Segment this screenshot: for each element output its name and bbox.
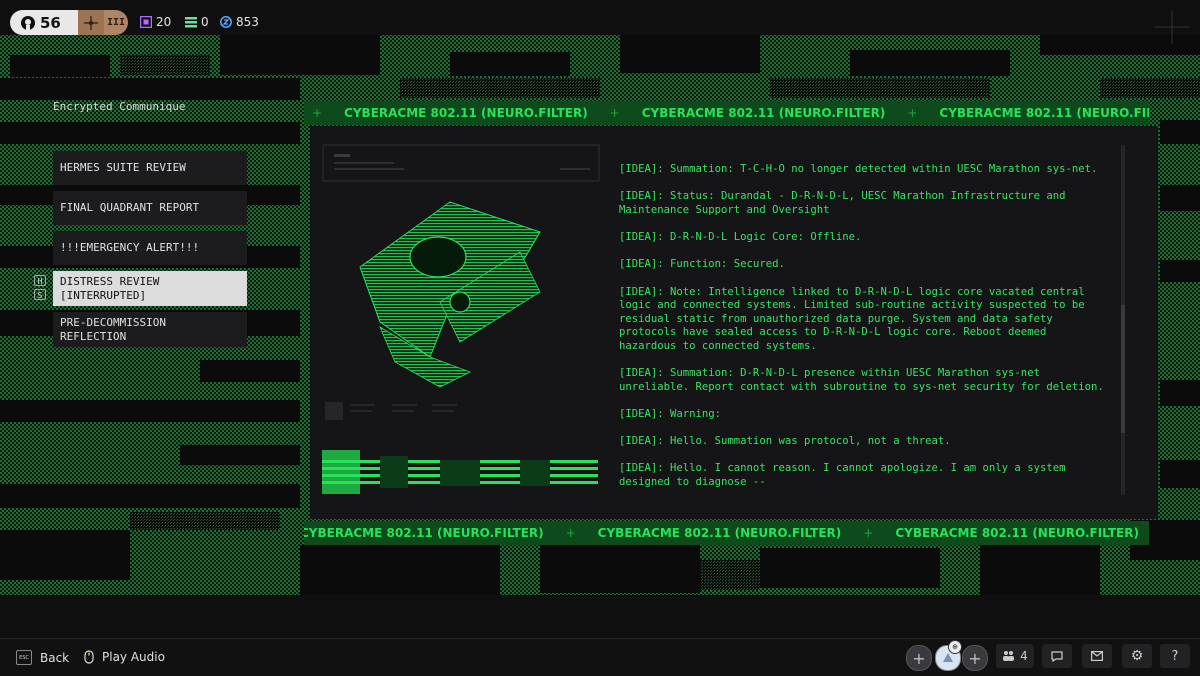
currency-purple-value: 20 bbox=[156, 15, 172, 29]
log-scrollbar[interactable] bbox=[1121, 145, 1125, 495]
purple-chip-icon bbox=[140, 16, 152, 28]
mail-button[interactable] bbox=[1082, 644, 1112, 668]
log-line: [IDEA]: Hello. I cannot reason. I cannot… bbox=[619, 462, 1066, 488]
gear-icon: ⚙ bbox=[1130, 648, 1144, 664]
blue-coin-icon bbox=[220, 16, 232, 28]
log-line-clipped bbox=[619, 145, 1109, 150]
currency-blue-value: 853 bbox=[236, 15, 259, 29]
menu-item-final-quadrant-report[interactable]: FINAL QUADRANT REPORT bbox=[53, 191, 247, 225]
log-line: [IDEA]: Summation: D-R-N-D-L presence wi… bbox=[619, 367, 1104, 393]
avatar-status-badge: ⊕ bbox=[948, 640, 962, 654]
log-line: [IDEA]: Summation: T-C-H-O no longer det… bbox=[619, 163, 1098, 176]
level-value: 56 bbox=[40, 13, 61, 32]
menu-item-pre-decommission-reflection[interactable]: PRE-DECOMMISSION REFLECTION bbox=[53, 312, 247, 347]
chat-button[interactable] bbox=[1042, 644, 1072, 668]
profile-icon bbox=[21, 15, 35, 30]
hint-key-s: S bbox=[34, 289, 46, 300]
green-stack-icon bbox=[185, 17, 197, 28]
log-line: [IDEA]: Function: Secured. bbox=[619, 258, 785, 271]
menu-item-distress-review[interactable]: DISTRESS REVIEW [INTERRUPTED] bbox=[53, 271, 247, 306]
settings-button[interactable]: ⚙ bbox=[1122, 644, 1152, 668]
chat-icon bbox=[1051, 650, 1063, 662]
banner-text: CYBERACME 802.11 (NEURO.FILTER) bbox=[597, 526, 842, 540]
squad-count-button[interactable]: 4 bbox=[996, 644, 1034, 668]
squad-count: 4 bbox=[1020, 649, 1028, 663]
hologram-illustration bbox=[322, 144, 600, 494]
currency-purple: 20 bbox=[140, 15, 171, 29]
banner-text: CYBERACME 802.11 (NEURO.FILTER) bbox=[641, 106, 886, 120]
plus-icon: + bbox=[912, 648, 926, 668]
log-line: [IDEA]: D-R-N-D-L Logic Core: Offline. bbox=[619, 231, 862, 244]
message-log[interactable]: [IDEA]: Summation: T-C-H-O no longer det… bbox=[619, 145, 1109, 517]
menu-item-hermes-suite-review[interactable]: HERMES SUITE REVIEW bbox=[53, 151, 247, 185]
banner-top: + CYBERACME 802.11 (NEURO.FILTER) + CYBERAC… bbox=[304, 101, 1149, 125]
log-line: [IDEA]: Warning: bbox=[619, 407, 722, 420]
mail-icon bbox=[1091, 651, 1103, 661]
play-audio-button[interactable]: Play Audio bbox=[84, 650, 165, 664]
hint-key-h: H bbox=[34, 275, 46, 286]
play-audio-label: Play Audio bbox=[102, 650, 165, 664]
banner-text: CYBERACME 802.11 (NEURO.FILTER) bbox=[895, 526, 1139, 540]
log-line: [IDEA]: Hello. Summation was protocol, n… bbox=[619, 435, 951, 448]
signal-bars bbox=[322, 450, 598, 494]
banner-text: CYBERACME 802.11 (NEURO.FILTER) bbox=[939, 106, 1149, 120]
level-badge: 56 bbox=[10, 10, 78, 35]
banner-bottom: CYBERACME 802.11 (NEURO.FILTER) + CYBERACM… bbox=[304, 521, 1149, 545]
log-line: [IDEA]: Note: Intelligence linked to D-R… bbox=[619, 285, 1085, 352]
add-squad-button-left[interactable]: + bbox=[906, 645, 932, 671]
level-pill[interactable]: 56 III bbox=[10, 10, 128, 35]
currency-green: 0 bbox=[185, 15, 209, 29]
rank-emblem bbox=[78, 10, 104, 35]
rank-mark: III bbox=[104, 10, 128, 35]
help-icon: ? bbox=[1171, 648, 1179, 664]
sidebar-title: Encrypted Communique bbox=[53, 100, 186, 113]
banner-text: CYBERACME 802.11 (NEURO.FILTER) bbox=[344, 106, 588, 120]
currency-blue: 853 bbox=[220, 15, 259, 29]
people-icon bbox=[1003, 651, 1015, 661]
log-line: [IDEA]: Status: Durandal - D-R-N-D-L, UE… bbox=[619, 190, 1066, 216]
add-squad-button-right[interactable]: + bbox=[962, 645, 988, 671]
banner-text: CYBERACME 802.11 (NEURO.FILTER) bbox=[304, 526, 544, 540]
logic-core-hologram bbox=[359, 201, 541, 388]
currency-green-value: 0 bbox=[201, 15, 209, 29]
help-button[interactable]: ? bbox=[1160, 644, 1190, 668]
esc-key-icon: ESC bbox=[16, 650, 32, 665]
menu-item-emergency-alert[interactable]: !!!EMERGENCY ALERT!!! bbox=[53, 231, 247, 265]
mouse-icon bbox=[84, 650, 94, 664]
top-hud: 56 III 20 0 853 bbox=[0, 0, 1200, 46]
back-label: Back bbox=[40, 650, 70, 665]
crosshair-icon bbox=[84, 15, 98, 30]
back-button[interactable]: ESC Back bbox=[16, 650, 69, 665]
log-scrollbar-thumb[interactable] bbox=[1121, 305, 1125, 433]
corner-crosshair-icon bbox=[1155, 10, 1189, 44]
plus-icon: + bbox=[968, 648, 982, 668]
